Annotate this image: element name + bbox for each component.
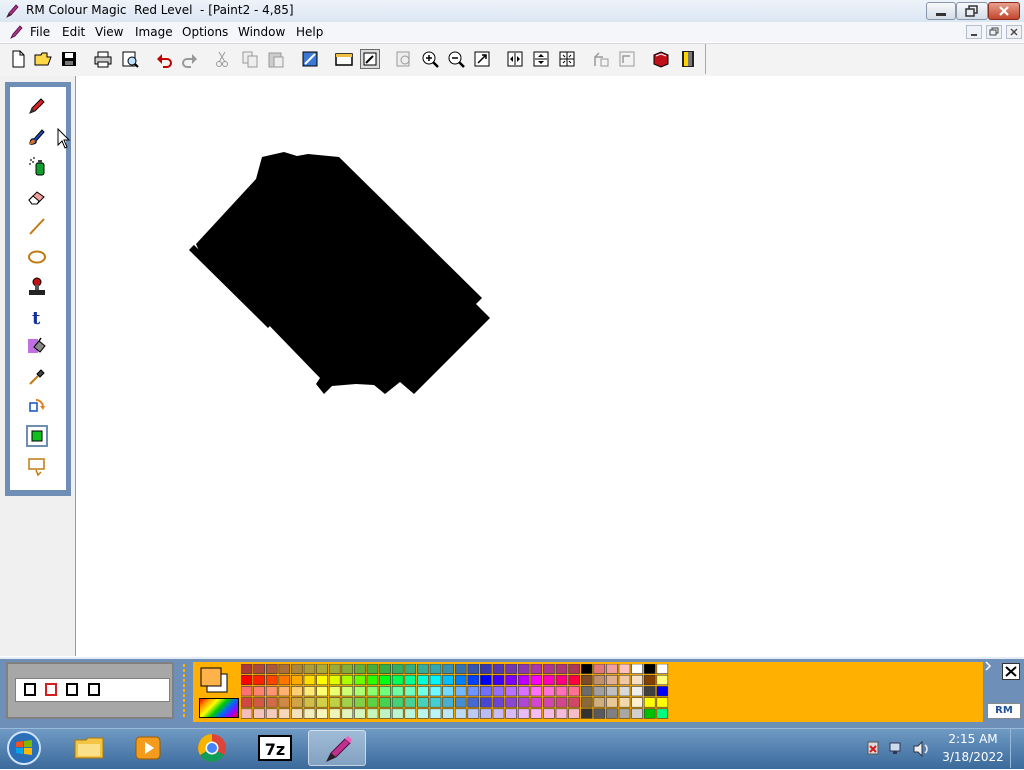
fill-bucket-tool-icon[interactable] (26, 335, 48, 357)
palette-close-icon[interactable] (1002, 663, 1020, 680)
taskbar-7zip-icon[interactable]: 7z (246, 730, 304, 766)
undo-icon[interactable] (154, 49, 174, 69)
taskbar-media-player-icon[interactable] (119, 730, 177, 766)
close-button[interactable] (988, 2, 1020, 20)
menu-edit[interactable]: Edit (62, 25, 85, 39)
line-tool-icon[interactable] (26, 215, 48, 237)
brush-shape-square-red[interactable] (45, 683, 57, 696)
toolbar-separator (705, 44, 706, 74)
mdi-minimize-button[interactable] (966, 25, 982, 39)
resize-image-icon[interactable] (300, 49, 320, 69)
app-brush-icon[interactable] (4, 3, 20, 19)
menu-bar: File Edit View Image Options Window Help (0, 22, 1024, 42)
svg-text:t: t (32, 308, 41, 328)
menu-view[interactable]: View (95, 25, 123, 39)
window-title: RM Colour Magic Red Level - [Paint2 - 4,… (26, 3, 294, 17)
volume-icon (913, 740, 928, 758)
zoom-in-icon[interactable] (420, 49, 440, 69)
brush-shape-square-black-2[interactable] (66, 683, 78, 696)
eyedropper-tool-icon[interactable] (26, 365, 48, 387)
menu-help[interactable]: Help (296, 25, 323, 39)
document-brush-icon[interactable] (8, 24, 24, 40)
zoom-normal-icon[interactable] (394, 49, 414, 69)
current-colours[interactable] (198, 665, 240, 695)
restore-button[interactable] (956, 2, 988, 20)
palette-grid[interactable] (240, 663, 956, 723)
taskbar-explorer-icon[interactable] (60, 730, 118, 766)
brush-tool-icon[interactable] (26, 125, 48, 147)
rotate-right-icon[interactable] (617, 49, 637, 69)
palette-arrow-icon[interactable] (984, 660, 992, 671)
ellipse-tool-icon[interactable] (26, 246, 48, 268)
clock-time[interactable]: 2:15 AM (940, 732, 1006, 746)
open-folder-icon[interactable] (33, 49, 53, 69)
mdi-restore-button[interactable] (986, 25, 1002, 39)
spray-can-tool-icon[interactable] (26, 155, 48, 177)
mouse-cursor-icon (57, 127, 71, 150)
menu-window[interactable]: Window (238, 25, 285, 39)
network-icon (889, 742, 901, 754)
brush-shape-square-black[interactable] (24, 683, 36, 696)
menu-file[interactable]: File (30, 25, 50, 39)
minimize-button[interactable] (926, 2, 956, 20)
save-icon[interactable] (59, 49, 79, 69)
system-tray (862, 738, 932, 760)
redo-icon[interactable] (180, 49, 200, 69)
flip-vertical-icon[interactable] (531, 49, 551, 69)
colour-mixer-button[interactable] (199, 698, 239, 718)
pencil-tool-icon[interactable] (26, 95, 48, 117)
exit-icon[interactable] (678, 49, 698, 69)
text-tool-icon[interactable]: t (26, 306, 48, 329)
canvas-drawing (189, 152, 490, 394)
grid-icon[interactable] (557, 49, 577, 69)
print-preview-icon[interactable] (120, 49, 140, 69)
select-draw-icon[interactable] (360, 49, 380, 69)
select-area-tool-icon[interactable] (26, 455, 48, 477)
help-book-icon[interactable] (651, 49, 671, 69)
print-icon[interactable] (93, 49, 113, 69)
seven-zip-label: 7z (265, 740, 285, 759)
rm-logo: RM (987, 703, 1021, 719)
zoom-fit-icon[interactable] (472, 49, 492, 69)
new-file-icon[interactable] (8, 49, 28, 69)
zoom-out-icon[interactable] (446, 49, 466, 69)
taskbar-chrome-icon[interactable] (183, 730, 241, 766)
show-desktop-button[interactable] (1010, 729, 1024, 768)
stamp-tool-icon[interactable] (26, 276, 48, 298)
taskbar-rm-colour-magic-icon[interactable] (308, 730, 366, 766)
frame-icon[interactable] (334, 49, 354, 69)
black-shape (196, 152, 490, 394)
palette-grip[interactable] (178, 662, 190, 720)
brush-shape-square-black-3[interactable] (88, 683, 100, 696)
menu-image[interactable]: Image (135, 25, 173, 39)
mdi-close-button[interactable] (1006, 25, 1022, 39)
copy-icon[interactable] (240, 49, 260, 69)
eraser-tool-icon[interactable] (26, 185, 48, 207)
drawing-canvas[interactable] (76, 76, 1024, 656)
rotate-left-icon[interactable] (591, 49, 611, 69)
start-button[interactable] (2, 729, 48, 767)
menu-options[interactable]: Options (182, 25, 228, 39)
flip-horizontal-icon[interactable] (505, 49, 525, 69)
rotate-shape-tool-icon[interactable] (26, 395, 48, 417)
clock-date[interactable]: 3/18/2022 (940, 750, 1006, 764)
filled-rectangle-tool-icon[interactable] (26, 425, 48, 447)
paste-icon[interactable] (266, 49, 286, 69)
action-center-icon (867, 741, 879, 755)
cut-icon[interactable] (212, 49, 232, 69)
